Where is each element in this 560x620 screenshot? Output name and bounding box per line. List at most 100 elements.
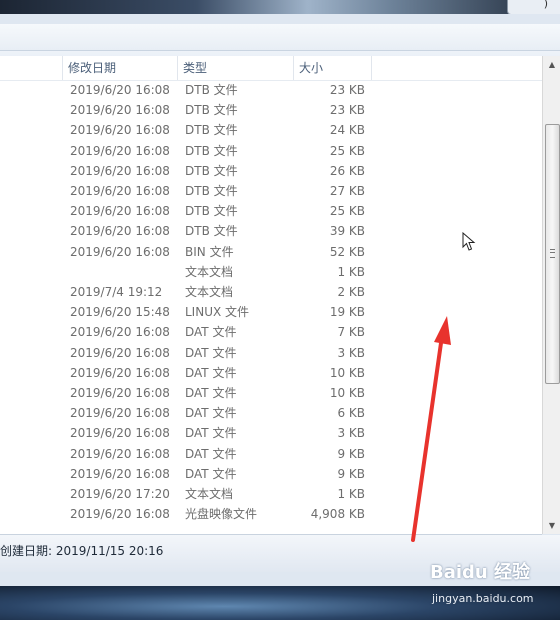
cell-type: LINUX 文件 [185,305,250,320]
cell-size: 1 KB [337,264,365,279]
column-header-name[interactable] [0,56,63,80]
cell-type: DAT 文件 [185,426,237,441]
cell-type: DTB 文件 [185,103,238,118]
cell-type: DAT 文件 [185,406,237,421]
scrollbar-thumb[interactable] [545,124,560,384]
cell-date-modified: 2019/6/20 16:08 [70,406,170,421]
cell-type: 光盘映像文件 [185,507,258,522]
column-header-size[interactable]: 大小 [295,56,372,80]
table-row[interactable]: 2019/6/20 16:08 DTB 文件 25 KB [0,141,542,161]
table-row[interactable]: 文本文档 1 KB [0,262,542,282]
table-row[interactable]: 2019/6/20 16:08 DTB 文件 23 KB [0,80,542,100]
watermark-url: jingyan.baidu.com [432,592,534,605]
table-row[interactable]: 2019/6/20 16:08 DAT 文件 3 KB [0,343,542,363]
cell-size: 23 KB [329,83,365,97]
cell-type: DTB 文件 [185,143,238,158]
cell-size: 23 KB [329,103,365,118]
cell-type: DAT 文件 [185,386,237,400]
cell-date-modified: 2019/7/4 19:12 [70,285,163,299]
table-row[interactable]: 2019/6/20 15:48 LINUX 文件 19 KB [0,302,542,322]
cell-type: DTB 文件 [185,83,238,97]
cell-size: 25 KB [329,143,365,158]
table-row[interactable]: 2019/6/20 16:08 DAT 文件 3 KB [0,423,542,443]
toolbar [0,24,560,51]
table-row[interactable]: 2019/6/20 16:08 DAT 文件 9 KB [0,444,542,464]
cell-type: DTB 文件 [185,204,238,219]
table-row[interactable]: 2019/6/20 16:08 光盘映像文件 4,908 KB [0,504,542,524]
table-row[interactable]: 2019/6/20 16:08 DAT 文件 10 KB [0,363,542,383]
cell-size: 1 KB [337,487,365,501]
cell-date-modified: 2019/6/20 16:08 [70,184,170,198]
cell-size: 10 KB [329,365,365,380]
cell-size: 27 KB [329,184,365,198]
scroll-up-arrow-icon[interactable]: ▲ [543,56,560,73]
vertical-scrollbar[interactable]: ▲ ▼ [542,56,560,534]
column-header-date-modified[interactable]: 修改日期 [64,56,178,80]
cell-date-modified: 2019/6/20 16:08 [70,446,170,461]
baidu-watermark: Baidu 经验 jingyan.baidu.com [420,556,560,616]
scroll-down-arrow-icon[interactable]: ▼ [543,517,560,534]
file-list: 修改日期 类型 大小 2019/6/20 16:08 DTB 文件 23 KB 201… [0,56,542,535]
cell-type: 文本文档 [185,487,234,501]
cell-date-modified: 2019/6/20 16:08 [70,244,170,259]
cell-type: DAT 文件 [185,325,237,340]
cell-size: 26 KB [329,163,365,178]
table-row[interactable]: 2019/6/20 16:08 DTB 文件 39 KB [0,221,542,241]
cell-date-modified: 2019/6/20 16:08 [70,204,170,219]
table-row[interactable]: 2019/6/20 16:08 DAT 文件 7 KB [0,322,542,342]
table-row[interactable]: 2019/6/20 16:08 DAT 文件 10 KB [0,383,542,403]
cell-date-modified: 2019/6/20 15:48 [70,305,170,320]
table-row[interactable]: 2019/6/20 16:08 DTB 文件 25 KB [0,201,542,221]
table-row[interactable]: 2019/6/20 16:08 DAT 文件 6 KB [0,403,542,423]
cell-date-modified: 2019/6/20 16:08 [70,466,170,481]
cell-size: 6 KB [337,406,365,421]
cell-date-modified: 2019/6/20 16:08 [70,365,170,380]
cell-size: 9 KB [337,446,365,461]
cell-type: DAT 文件 [185,466,237,481]
cell-type: DAT 文件 [185,365,237,380]
table-row[interactable]: 2019/6/20 16:08 DAT 文件 9 KB [0,464,542,484]
cell-date-modified: 2019/6/20 16:08 [70,507,170,522]
table-row[interactable]: 2019/6/20 16:08 DTB 文件 27 KB [0,181,542,201]
cell-date-modified: 2019/6/20 17:20 [70,487,170,501]
cell-date-modified: 2019/6/20 16:08 [70,345,170,360]
cell-date-modified: 2019/6/20 16:08 [70,163,170,178]
corner-glyph: ) [543,0,548,10]
mouse-pointer-icon [462,232,476,251]
cell-type: DTB 文件 [185,163,238,178]
table-row[interactable]: 2019/6/20 16:08 BIN 文件 52 KB [0,242,542,262]
table-row[interactable]: 2019/6/20 16:08 DTB 文件 24 KB [0,120,542,140]
cell-size: 10 KB [329,386,365,400]
cell-date-modified: 2019/6/20 16:08 [70,426,170,441]
cell-size: 7 KB [337,325,365,340]
cell-size: 19 KB [329,305,365,320]
table-row[interactable]: 2019/6/20 16:08 DTB 文件 23 KB [0,100,542,120]
cell-size: 24 KB [329,123,365,138]
cell-type: 文本文档 [185,285,234,299]
cell-type: DTB 文件 [185,184,238,198]
cell-date-modified: 2019/6/20 16:08 [70,386,170,400]
cell-type: DTB 文件 [185,123,238,138]
created-date-text: 创建日期: 2019/11/15 20:16 [0,542,163,559]
cell-size: 52 KB [329,244,365,259]
cell-type: DTB 文件 [185,224,238,239]
created-date-label: 创建日期: [0,544,53,558]
table-row[interactable]: 2019/6/20 17:20 文本文档 1 KB [0,484,542,504]
table-row[interactable]: 2019/6/20 16:08 DTB 文件 26 KB [0,161,542,181]
cell-size: 9 KB [337,466,365,481]
cell-size: 3 KB [337,426,365,441]
cell-type: BIN 文件 [185,244,234,259]
watermark-logo: Baidu 经验 [430,562,531,583]
table-row[interactable]: 2019/7/4 19:12 文本文档 2 KB [0,282,542,302]
cell-size: 4,908 KB [310,507,365,522]
cell-date-modified: 2019/6/20 16:08 [70,224,170,239]
window-corner-fragment: ) [507,0,560,15]
column-header-type[interactable]: 类型 [179,56,294,80]
scrollbar-grip-icon [550,249,555,258]
cell-size: 25 KB [329,204,365,219]
cell-date-modified: 2019/6/20 16:08 [70,123,170,138]
cell-size: 2 KB [337,285,365,299]
cell-size: 3 KB [337,345,365,360]
cell-date-modified: 2019/6/20 16:08 [70,325,170,340]
cell-date-modified: 2019/6/20 16:08 [70,143,170,158]
